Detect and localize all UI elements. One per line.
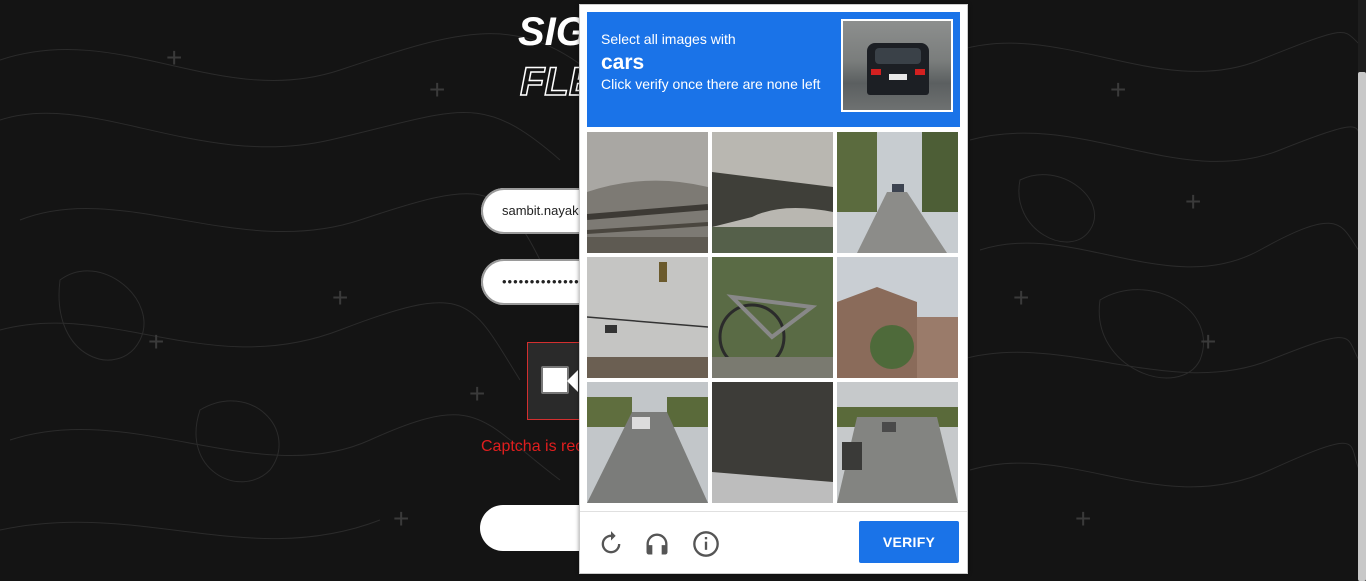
image-tile-6[interactable] [837, 257, 958, 378]
verify-button[interactable]: VERIFY [859, 521, 959, 563]
headphones-icon[interactable] [643, 530, 671, 558]
plus-decoration-icon: + [1110, 74, 1127, 105]
image-grid [587, 132, 960, 504]
plus-decoration-icon: + [469, 378, 486, 409]
instruction-subtext: Click verify once there are none left [601, 76, 821, 92]
image-tile-7[interactable] [587, 382, 708, 503]
plus-decoration-icon: + [1013, 282, 1030, 313]
image-tile-5[interactable] [712, 257, 833, 378]
challenge-pointer [567, 370, 578, 392]
target-object: cars [601, 51, 645, 74]
info-icon[interactable] [692, 530, 720, 558]
image-tile-4[interactable] [587, 257, 708, 378]
image-tile-3[interactable] [837, 132, 958, 253]
plus-decoration-icon: + [1075, 503, 1092, 534]
page-title: SIG [518, 10, 587, 54]
plus-decoration-icon: + [148, 326, 165, 357]
image-tile-2[interactable] [712, 132, 833, 253]
plus-decoration-icon: + [1200, 326, 1217, 357]
plus-decoration-icon: + [429, 74, 446, 105]
recaptcha-checkbox[interactable] [541, 366, 569, 394]
image-tile-9[interactable] [837, 382, 958, 503]
recaptcha-challenge: Select all images with cars Click verify… [579, 4, 968, 574]
recaptcha-anchor[interactable] [527, 342, 587, 420]
plus-decoration-icon: + [393, 503, 410, 534]
captcha-error-message: Captcha is rec [481, 438, 584, 455]
instruction-text: Select all images with [601, 31, 736, 47]
plus-decoration-icon: + [1185, 186, 1202, 217]
scrollbar-thumb[interactable] [1358, 72, 1366, 581]
image-tile-8[interactable] [712, 382, 833, 503]
challenge-footer: VERIFY [580, 511, 967, 574]
plus-decoration-icon: + [166, 42, 183, 73]
sample-car-image [841, 19, 953, 112]
reload-icon[interactable] [597, 530, 625, 558]
image-tile-1[interactable] [587, 132, 708, 253]
plus-decoration-icon: + [332, 282, 349, 313]
page-scrollbar[interactable] [1358, 0, 1366, 581]
car-image [867, 43, 929, 95]
challenge-header: Select all images with cars Click verify… [587, 12, 960, 127]
